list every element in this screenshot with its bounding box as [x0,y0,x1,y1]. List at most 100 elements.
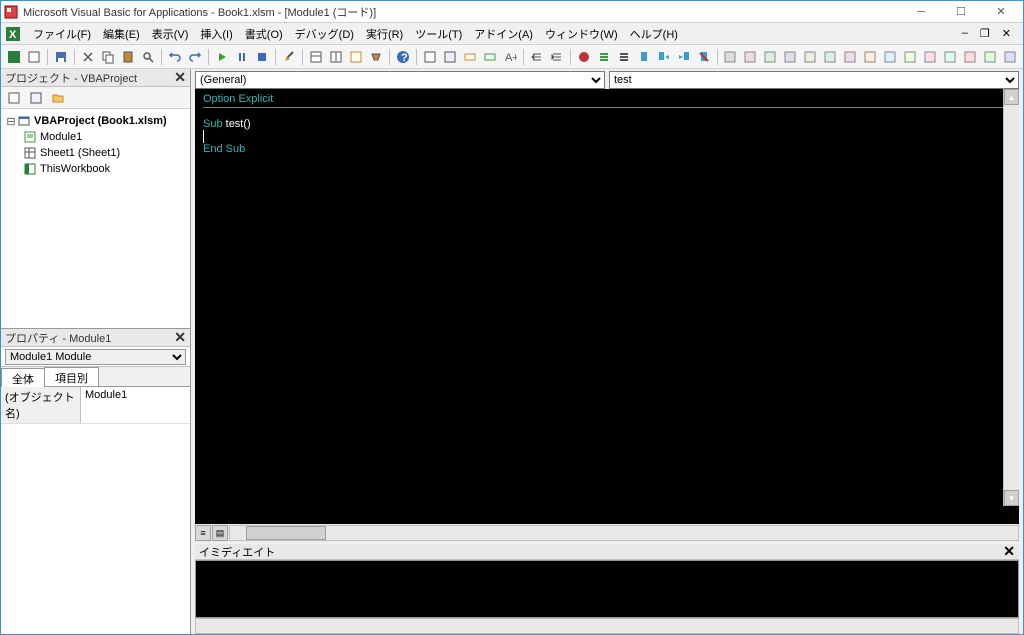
object-dropdown[interactable]: (General) [195,71,605,89]
full-module-view-icon[interactable]: ▤ [212,525,228,541]
folder-toggle-icon[interactable] [49,89,67,107]
prev-bookmark-icon[interactable] [675,48,693,66]
complete-word-icon[interactable]: A+ [501,48,519,66]
child-restore-button[interactable]: ❐ [976,27,994,40]
view-object-icon[interactable] [27,89,45,107]
save-icon[interactable] [52,48,70,66]
tab-all[interactable]: 全体 [1,368,45,387]
menu-file[interactable]: ファイル(F) [27,24,97,44]
properties-grid[interactable]: (オブジェクト名) Module1 [1,387,190,634]
property-value[interactable]: Module1 [81,387,190,423]
view-code-icon[interactable] [5,89,23,107]
properties-icon[interactable] [327,48,345,66]
undo-icon[interactable] [166,48,184,66]
help-icon[interactable]: ? [394,48,412,66]
properties-object-dropdown[interactable]: Module1 Module [5,349,186,365]
tb-extra-1-icon[interactable] [722,48,740,66]
menu-format[interactable]: 書式(O) [239,24,289,44]
break-icon[interactable] [233,48,251,66]
find-icon[interactable] [139,48,157,66]
immediate-close-icon[interactable]: ✕ [1003,543,1015,560]
menu-debug[interactable]: デバッグ(D) [289,24,360,44]
immediate-window[interactable] [195,560,1019,618]
quick-info-icon[interactable] [461,48,479,66]
tb-extra-5-icon[interactable] [801,48,819,66]
tree-module1[interactable]: Module1 [5,129,186,145]
immediate-horizontal-scrollbar[interactable] [195,618,1019,634]
redo-icon[interactable] [186,48,204,66]
object-browser-icon[interactable] [347,48,365,66]
run-icon[interactable] [213,48,231,66]
close-button[interactable]: ✕ [981,2,1021,22]
collapse-icon[interactable]: ⊟ [5,115,17,128]
tree-sheet1[interactable]: Sheet1 (Sheet1) [5,145,186,161]
tb-extra-12-icon[interactable] [941,48,959,66]
tb-extra-14-icon[interactable] [981,48,999,66]
toolbar: ? A+ [1,45,1023,69]
breakpoint-icon[interactable] [575,48,593,66]
clear-bookmarks-icon[interactable] [695,48,713,66]
tb-extra-3-icon[interactable] [761,48,779,66]
menu-addins[interactable]: アドイン(A) [468,24,539,44]
bookmark-icon[interactable] [635,48,653,66]
excel-icon[interactable]: X [5,26,21,42]
menu-view[interactable]: 表示(V) [146,24,195,44]
tb-extra-11-icon[interactable] [921,48,939,66]
comment-icon[interactable] [595,48,613,66]
immediate-header: イミディエイト ✕ [195,544,1019,560]
procedure-view-icon[interactable]: ≡ [195,525,211,541]
code-bottom-bar: ≡ ▤ [195,524,1019,542]
tb-extra-8-icon[interactable] [861,48,879,66]
tb-extra-10-icon[interactable] [901,48,919,66]
list-props-icon[interactable] [421,48,439,66]
properties-object-select[interactable]: Module1 Module [1,347,190,367]
tree-root[interactable]: ⊟ VBAProject (Book1.xlsm) [5,113,186,129]
menu-help[interactable]: ヘルプ(H) [624,24,684,44]
menu-edit[interactable]: 編集(E) [97,24,146,44]
design-mode-icon[interactable] [280,48,298,66]
tb-extra-6-icon[interactable] [821,48,839,66]
procedure-dropdown[interactable]: test [609,71,1019,89]
scroll-down-icon[interactable]: ▼ [1004,490,1019,506]
project-pane-close-icon[interactable]: ✕ [174,69,186,86]
list-constants-icon[interactable] [441,48,459,66]
properties-pane-close-icon[interactable]: ✕ [174,329,186,346]
tb-extra-7-icon[interactable] [841,48,859,66]
tree-thisworkbook[interactable]: ThisWorkbook [5,161,186,177]
child-minimize-button[interactable]: – [958,27,972,40]
property-row[interactable]: (オブジェクト名) Module1 [1,387,190,424]
tb-extra-4-icon[interactable] [781,48,799,66]
minimize-button[interactable]: ─ [901,2,941,22]
uncomment-icon[interactable] [615,48,633,66]
tb-extra-15-icon[interactable] [1001,48,1019,66]
cut-icon[interactable] [79,48,97,66]
paste-icon[interactable] [119,48,137,66]
code-vertical-scrollbar[interactable]: ▲ ▼ [1003,89,1019,506]
svg-text:X: X [9,29,17,41]
project-explorer-icon[interactable] [307,48,325,66]
next-bookmark-icon[interactable] [655,48,673,66]
param-info-icon[interactable] [481,48,499,66]
code-editor[interactable]: Option Explicit Sub test() End Sub ▲ ▼ [195,89,1019,524]
tb-extra-13-icon[interactable] [961,48,979,66]
menu-run[interactable]: 実行(R) [360,24,409,44]
code-horizontal-scrollbar[interactable] [229,525,1019,541]
scroll-up-icon[interactable]: ▲ [1004,89,1019,105]
insert-module-icon[interactable] [25,48,43,66]
menu-tools[interactable]: ツール(T) [409,24,468,44]
outdent-icon[interactable] [548,48,566,66]
scroll-thumb[interactable] [246,526,326,540]
tab-categorized[interactable]: 項目別 [44,367,99,386]
indent-icon[interactable] [528,48,546,66]
view-excel-icon[interactable] [5,48,23,66]
tb-extra-9-icon[interactable] [881,48,899,66]
child-close-button[interactable]: ✕ [998,27,1015,40]
copy-icon[interactable] [99,48,117,66]
project-tree[interactable]: ⊟ VBAProject (Book1.xlsm) Module1 Sheet1… [1,109,190,329]
menu-insert[interactable]: 挿入(I) [194,24,238,44]
maximize-button[interactable]: ☐ [941,2,981,22]
reset-icon[interactable] [253,48,271,66]
menu-window[interactable]: ウィンドウ(W) [539,24,624,44]
toolbox-icon[interactable] [367,48,385,66]
tb-extra-2-icon[interactable] [741,48,759,66]
